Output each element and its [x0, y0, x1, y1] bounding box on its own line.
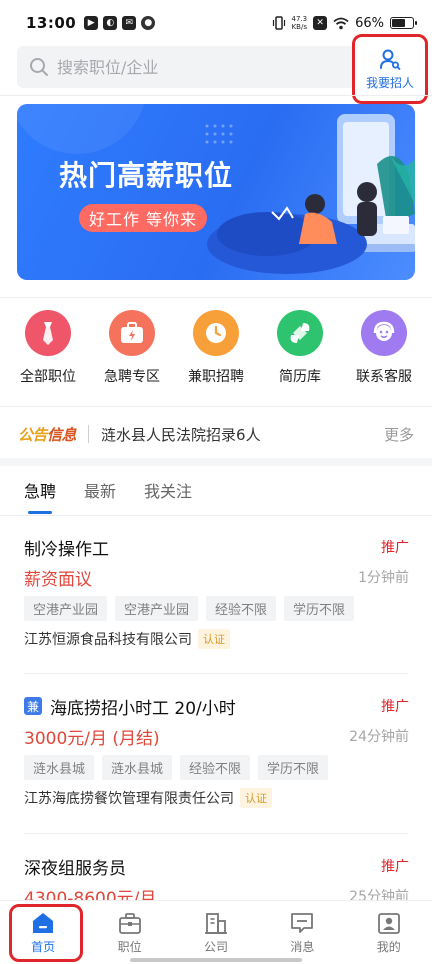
banner-slogan: 好工作 等你来: [79, 204, 207, 232]
battery-percent: 66%: [355, 15, 384, 31]
nav-messages[interactable]: 消息: [267, 911, 337, 955]
search-icon: [30, 58, 48, 76]
status-notification-icons: ▶ ◐ ✉ ●: [84, 16, 156, 30]
status-system-icons: 47.3 KB/s ✕ 66%: [272, 15, 417, 31]
mail-icon: ✉: [122, 16, 137, 30]
divider: [0, 406, 432, 407]
building-icon: [204, 913, 227, 934]
category-label: 全部职位: [20, 369, 76, 385]
verified-badge: 认证: [198, 629, 230, 649]
nav-jobs[interactable]: 职位: [95, 911, 165, 955]
search-input[interactable]: [57, 57, 317, 77]
category-label: 兼职招聘: [188, 369, 244, 385]
nav-label: 消息: [290, 940, 315, 954]
job-title: 制冷操作工: [24, 539, 109, 560]
search-bar[interactable]: [17, 46, 352, 88]
briefcase-icon: [118, 913, 141, 934]
job-card[interactable]: 制冷操作工 推广 薪资面议 1分钟前 空港产业园 空港产业园 经验不限 学历不限…: [24, 534, 409, 649]
notice-bar[interactable]: 公告信息 涟水县人民法院招录6人 更多: [0, 410, 432, 458]
job-tags: 空港产业园 空港产业园 经验不限 学历不限: [24, 596, 409, 621]
job-tag-chip: 空港产业园: [24, 596, 108, 621]
vibrate-icon: [272, 16, 285, 30]
recruit-person-icon: [380, 49, 401, 70]
job-title: 海底捞招小时工 20/小时: [50, 698, 236, 719]
home-tab-highlight: [9, 904, 83, 962]
promo-label: 推广: [381, 859, 409, 875]
category-all-jobs[interactable]: 全部职位: [8, 310, 88, 390]
tie-icon: [25, 310, 71, 356]
nav-label: 我的: [376, 940, 401, 954]
section-divider: [0, 458, 432, 466]
divider: [0, 297, 432, 298]
clock-icon: [193, 310, 239, 356]
hire-button[interactable]: 我要招人: [352, 34, 428, 104]
promo-label: 推广: [381, 540, 409, 556]
job-tag-chip: 涟水县城: [24, 755, 95, 780]
customer-service-icon: [361, 310, 407, 356]
nav-profile[interactable]: 我的: [354, 911, 424, 955]
wechat-icon: ●: [141, 16, 156, 30]
divider: [24, 673, 408, 674]
wifi-icon: [333, 17, 349, 29]
category-customer-service[interactable]: 联系客服: [344, 310, 424, 390]
divider: [24, 833, 408, 834]
category-grid: 全部职位 急聘专区 兼职招聘 简历库 联系客服: [0, 310, 432, 390]
tab-urgent[interactable]: 急聘: [24, 478, 56, 514]
tab-following[interactable]: 我关注: [144, 478, 192, 514]
battery-icon: [390, 17, 417, 29]
urgent-bag-icon: [109, 310, 155, 356]
nav-label: 公司: [203, 940, 228, 954]
category-urgent[interactable]: 急聘专区: [92, 310, 172, 390]
job-post-time: 1分钟前: [358, 570, 409, 586]
category-resume-library[interactable]: 简历库: [260, 310, 340, 390]
nav-company[interactable]: 公司: [181, 911, 251, 955]
sim-off-icon: ✕: [313, 16, 328, 30]
verified-badge: 认证: [240, 788, 272, 808]
promo-label: 推广: [381, 699, 409, 715]
net-speed: 47.3 KB/s: [291, 15, 308, 31]
notice-text[interactable]: 涟水县人民法院招录6人: [101, 424, 384, 445]
job-tag-chip: 学历不限: [284, 596, 355, 621]
tab-latest[interactable]: 最新: [84, 478, 116, 514]
category-label: 简历库: [279, 369, 321, 385]
job-tag-chip: 学历不限: [258, 755, 329, 780]
hire-button-label: 我要招人: [365, 75, 414, 90]
category-part-time[interactable]: 兼职招聘: [176, 310, 256, 390]
banner-title: 热门高薪职位: [59, 159, 234, 192]
status-time: 13:00: [26, 14, 77, 32]
promo-banner[interactable]: 热门高薪职位 好工作 等你来: [17, 104, 415, 280]
gesture-bar[interactable]: [130, 958, 302, 962]
job-tag-chip: 空港产业园: [115, 596, 199, 621]
job-tag-chip: 涟水县城: [102, 755, 173, 780]
part-time-tag: 兼: [24, 697, 42, 715]
job-salary: 3000元/月 (月结): [24, 728, 160, 749]
job-tag-chip: 经验不限: [206, 596, 277, 621]
job-salary: 薪资面议: [24, 569, 92, 590]
resume-library-icon: [277, 310, 323, 356]
job-tag-chip: 经验不限: [180, 755, 251, 780]
job-post-time: 24分钟前: [349, 729, 409, 745]
category-label: 急聘专区: [104, 369, 160, 385]
job-tabs: 急聘 最新 我关注: [24, 478, 192, 514]
notice-badge: 公告信息: [18, 425, 77, 444]
app-notification-icon: ▶: [84, 16, 99, 30]
job-tags: 涟水县城 涟水县城 经验不限 学历不限: [24, 755, 409, 780]
category-label: 联系客服: [356, 369, 412, 385]
company-name: 江苏恒源食品科技有限公司: [24, 632, 192, 648]
company-name: 江苏海底捞餐饮管理有限责任公司: [24, 791, 234, 807]
job-title: 深夜组服务员: [24, 858, 126, 879]
profile-icon: [377, 913, 400, 934]
notice-separator: [88, 425, 90, 443]
job-card[interactable]: 兼 海底捞招小时工 20/小时 推广 3000元/月 (月结) 24分钟前 涟水…: [24, 693, 409, 808]
notice-more-link[interactable]: 更多: [384, 424, 414, 445]
message-icon: [291, 913, 314, 933]
link-app-icon: ◐: [103, 16, 118, 30]
divider: [0, 95, 432, 96]
nav-label: 职位: [117, 940, 142, 954]
divider: [0, 515, 432, 516]
